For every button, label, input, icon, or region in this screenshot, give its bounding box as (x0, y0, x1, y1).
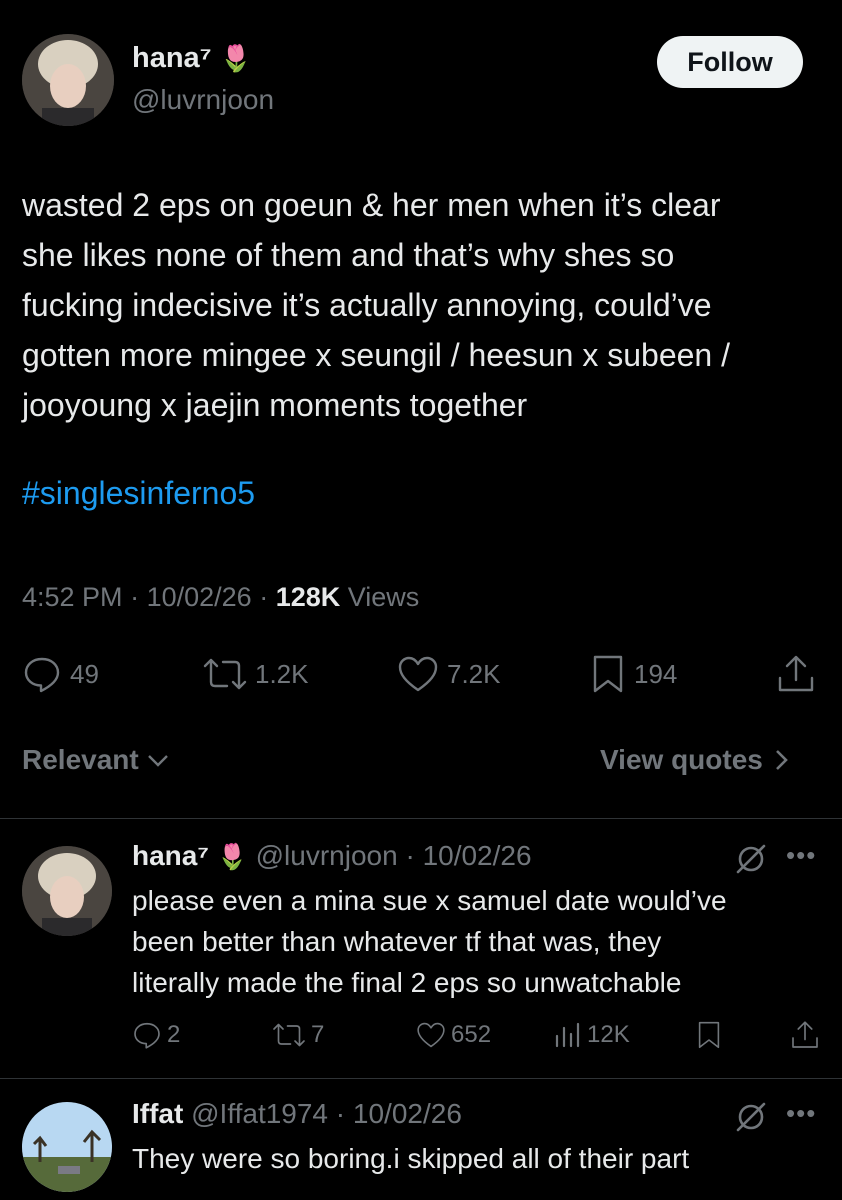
reply-like-button[interactable]: 652 (416, 1020, 491, 1050)
reply-views-button[interactable]: 12K (552, 1020, 630, 1050)
like-count: 652 (451, 1021, 492, 1048)
bookmark-icon (698, 1021, 720, 1049)
more-icon[interactable]: ••• (786, 1098, 816, 1129)
reply-icon (134, 1022, 160, 1049)
hashtag-link[interactable]: #singlesinferno5 (22, 475, 255, 512)
repost-icon (273, 1023, 305, 1047)
reply-header: Iffat @Iffat1974 · 10/02/26 (132, 1098, 462, 1130)
reply-author-handle[interactable]: @Iffat1974 (191, 1098, 328, 1129)
like-icon (398, 656, 438, 692)
views-count: 12K (587, 1021, 630, 1048)
reply-share-button[interactable] (790, 1020, 820, 1050)
repost-count: 1.2K (255, 658, 309, 689)
reply-text: They were so boring.i skipped all of the… (132, 1143, 690, 1174)
like-button[interactable]: 7.2K (397, 654, 501, 694)
views-icon (555, 1022, 580, 1048)
chevron-right-icon (775, 750, 788, 770)
author-display-name: hana⁷ (132, 42, 212, 74)
reply-reply-button[interactable]: 2 (132, 1020, 180, 1050)
reply-date[interactable]: 10/02/26 (423, 840, 532, 871)
chevron-down-icon (147, 755, 168, 767)
tweet-time[interactable]: 4:52 PM (22, 582, 123, 612)
meta-separator: · (259, 582, 276, 612)
author-avatar[interactable] (22, 34, 114, 126)
reply-author-name[interactable]: hana⁷ (132, 840, 209, 871)
views-count: 128K (275, 582, 341, 612)
like-icon (417, 1022, 445, 1048)
author-name[interactable]: hana⁷ 🌷 (132, 42, 252, 75)
repost-icon (203, 658, 247, 690)
repost-count: 7 (311, 1021, 325, 1048)
reply-avatar[interactable] (22, 1102, 112, 1192)
tweet-meta: 4:52 PM · 10/02/26 · 128K Views (22, 582, 419, 613)
view-quotes-label: View quotes (600, 744, 763, 775)
sort-dropdown[interactable]: Relevant (22, 744, 171, 776)
divider (0, 1078, 842, 1079)
share-icon (778, 655, 814, 692)
bookmark-button[interactable]: 194 (590, 654, 677, 694)
share-icon (792, 1021, 818, 1048)
follow-button[interactable]: Follow (657, 36, 803, 88)
reply-author-name[interactable]: Iffat (132, 1098, 183, 1129)
repost-button[interactable]: 1.2K (203, 654, 309, 694)
more-icon[interactable]: ••• (786, 840, 816, 871)
tweet-text: wasted 2 eps on goeun & her men when it’… (22, 187, 730, 423)
reply-button[interactable]: 49 (22, 654, 99, 694)
bookmark-icon (593, 655, 623, 693)
reply-repost-button[interactable]: 7 (272, 1020, 324, 1050)
author-handle[interactable]: @luvrnjoon (132, 84, 274, 116)
reply-header: hana⁷ 🌷 @luvrnjoon · 10/02/26 (132, 840, 532, 872)
reply-icon (24, 657, 60, 693)
reply-bookmark-button[interactable] (696, 1020, 722, 1050)
tulip-emoji: 🌷 (216, 843, 248, 871)
reply-date[interactable]: 10/02/26 (353, 1098, 462, 1129)
meta-separator: · (328, 1098, 353, 1129)
bookmark-count: 194 (634, 658, 678, 689)
view-quotes-link[interactable]: View quotes (600, 744, 791, 776)
reply-text: please even a mina sue x samuel date wou… (132, 885, 727, 998)
like-count: 7.2K (447, 658, 501, 689)
tulip-emoji: 🌷 (219, 43, 253, 73)
reply-author-handle[interactable]: @luvrnjoon (256, 840, 398, 871)
tweet-date[interactable]: 10/02/26 (147, 582, 252, 612)
grok-icon[interactable] (734, 1100, 768, 1134)
meta-separator: · (397, 840, 423, 871)
divider (0, 818, 842, 819)
views-label: Views (347, 582, 420, 612)
sort-label: Relevant (22, 744, 139, 775)
meta-separator: · (130, 582, 147, 612)
grok-icon[interactable] (734, 842, 768, 876)
reply-count: 49 (70, 658, 99, 689)
reply-avatar[interactable] (22, 846, 112, 936)
share-button[interactable] (776, 654, 816, 694)
reply-count: 2 (167, 1021, 181, 1048)
